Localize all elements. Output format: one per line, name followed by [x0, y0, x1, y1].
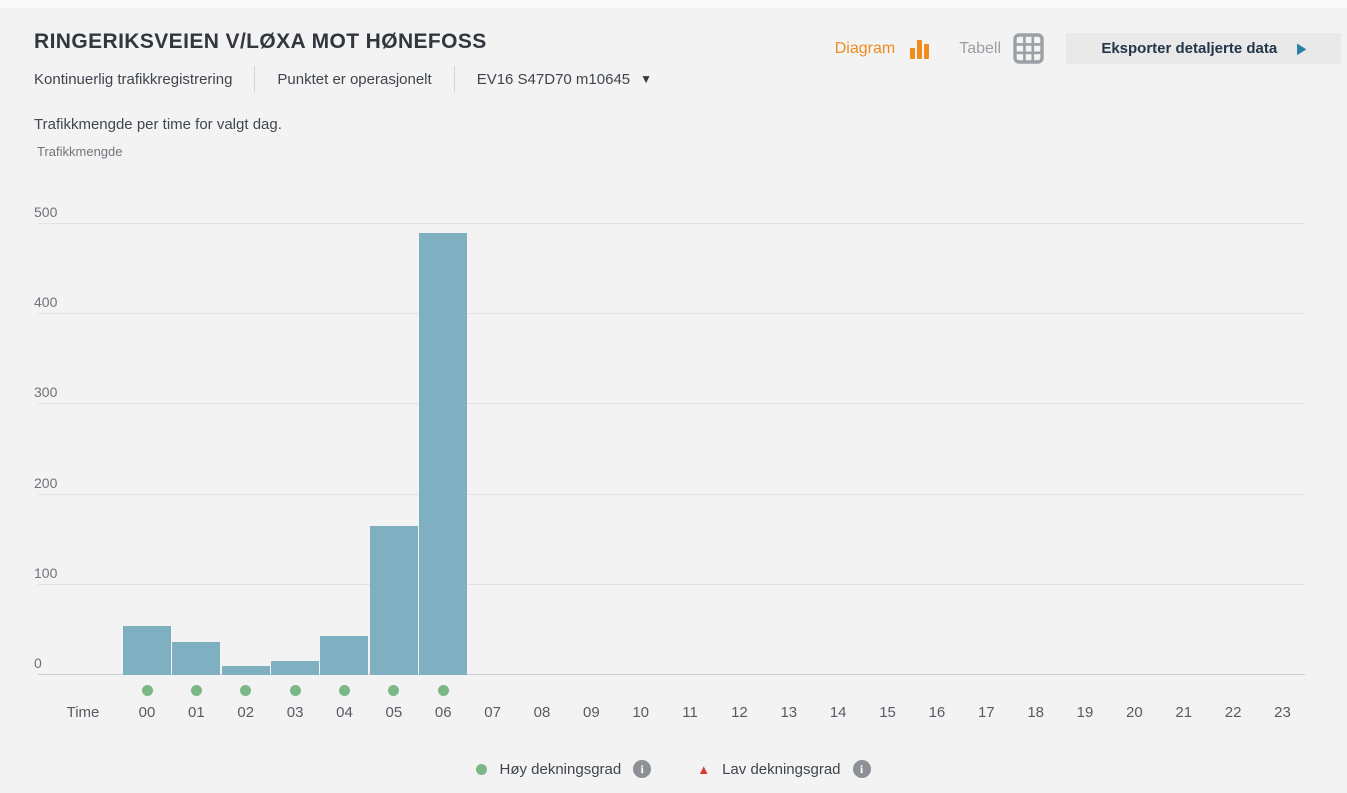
coverage-dot-hour-06	[438, 685, 449, 696]
x-tick-label-14: 14	[814, 704, 862, 721]
gridline-100	[38, 584, 1305, 585]
x-tick-label-00: 00	[123, 704, 171, 721]
x-tick-label-12: 12	[715, 704, 763, 721]
station-selector-value: EV16 S47D70 m10645	[477, 71, 630, 88]
y-tick-label-300: 300	[34, 384, 57, 400]
table-grid-icon	[1013, 33, 1044, 64]
status-label: Punktet er operasjonelt	[277, 71, 431, 88]
gridline-500	[38, 223, 1305, 224]
bar-hour-01[interactable]	[172, 642, 220, 675]
legend-item-low-coverage: ▲ Lav dekningsgrad i	[697, 760, 870, 778]
info-icon[interactable]: i	[853, 760, 871, 778]
registration-type-label: Kontinuerlig trafikkregistrering	[34, 71, 232, 88]
plot-area: Time 01002003004005000001020304050607080…	[38, 200, 1305, 675]
y-axis-title: Trafikkmengde	[37, 144, 123, 159]
page-title: RINGERIKSVEIEN V/LØXA MOT HØNEFOSS	[34, 30, 487, 54]
x-tick-label-19: 19	[1061, 704, 1109, 721]
x-tick-label-05: 05	[370, 704, 418, 721]
y-tick-label-0: 0	[34, 655, 42, 671]
legend-low-label: Lav dekningsgrad	[722, 761, 840, 778]
x-tick-label-10: 10	[617, 704, 665, 721]
tab-diagram[interactable]: Diagram	[835, 36, 933, 62]
y-tick-label-500: 500	[34, 204, 57, 220]
x-tick-label-22: 22	[1209, 704, 1257, 721]
x-tick-label-17: 17	[962, 704, 1010, 721]
chart-legend: Høy dekningsgrad i ▲ Lav dekningsgrad i	[0, 760, 1347, 778]
divider	[254, 66, 255, 92]
view-controls: Diagram Tabell Eksporter detaljerte data…	[835, 33, 1341, 64]
x-tick-label-20: 20	[1110, 704, 1158, 721]
x-tick-label-23: 23	[1259, 704, 1307, 721]
station-selector-dropdown[interactable]: EV16 S47D70 m10645 ▼	[477, 71, 652, 88]
x-tick-label-21: 21	[1160, 704, 1208, 721]
x-tick-label-02: 02	[222, 704, 270, 721]
coverage-dot-hour-03	[290, 685, 301, 696]
tab-tabell[interactable]: Tabell	[959, 33, 1044, 64]
bar-chart-icon	[907, 36, 933, 62]
x-tick-label-03: 03	[271, 704, 319, 721]
traffic-data-page: RINGERIKSVEIEN V/LØXA MOT HØNEFOSS Konti…	[0, 0, 1347, 793]
x-axis-label: Time	[58, 704, 108, 721]
x-tick-label-09: 09	[567, 704, 615, 721]
bar-hour-04[interactable]	[320, 636, 368, 675]
tab-diagram-label: Diagram	[835, 40, 895, 58]
x-tick-label-13: 13	[765, 704, 813, 721]
legend-item-high-coverage: Høy dekningsgrad i	[476, 760, 651, 778]
x-tick-label-18: 18	[1012, 704, 1060, 721]
gridline-400	[38, 313, 1305, 314]
bar-hour-05[interactable]	[370, 526, 418, 675]
high-coverage-dot-icon	[476, 764, 487, 775]
y-tick-label-100: 100	[34, 565, 57, 581]
x-tick-label-15: 15	[864, 704, 912, 721]
coverage-dot-hour-02	[240, 685, 251, 696]
gridline-200	[38, 494, 1305, 495]
info-icon[interactable]: i	[633, 760, 651, 778]
bar-hour-06[interactable]	[419, 233, 467, 675]
divider	[454, 66, 455, 92]
y-tick-label-200: 200	[34, 475, 57, 491]
coverage-dot-hour-05	[388, 685, 399, 696]
x-tick-label-08: 08	[518, 704, 566, 721]
top-strip	[0, 0, 1347, 8]
x-tick-label-11: 11	[666, 704, 714, 721]
y-tick-label-400: 400	[34, 294, 57, 310]
legend-high-label: Høy dekningsgrad	[499, 761, 621, 778]
tab-tabell-label: Tabell	[959, 40, 1001, 58]
gridline-300	[38, 403, 1305, 404]
chevron-down-icon: ▼	[640, 72, 652, 86]
bar-hour-02[interactable]	[222, 666, 270, 675]
x-tick-label-06: 06	[419, 704, 467, 721]
x-tick-label-16: 16	[913, 704, 961, 721]
breadcrumb: Kontinuerlig trafikkregistrering Punktet…	[34, 66, 652, 92]
coverage-dot-hour-00	[142, 685, 153, 696]
export-button[interactable]: Eksporter detaljerte data ▶	[1066, 33, 1341, 64]
x-tick-label-01: 01	[172, 704, 220, 721]
export-button-label: Eksporter detaljerte data	[1101, 40, 1277, 57]
chevron-right-icon: ▶	[1297, 40, 1305, 56]
chart-heading: Trafikkmengde per time for valgt dag.	[34, 116, 282, 133]
x-tick-label-07: 07	[469, 704, 517, 721]
coverage-dot-hour-01	[191, 685, 202, 696]
x-tick-label-04: 04	[320, 704, 368, 721]
bar-hour-00[interactable]	[123, 626, 171, 675]
coverage-dot-hour-04	[339, 685, 350, 696]
bar-hour-03[interactable]	[271, 661, 319, 675]
low-coverage-triangle-icon: ▲	[697, 762, 710, 777]
